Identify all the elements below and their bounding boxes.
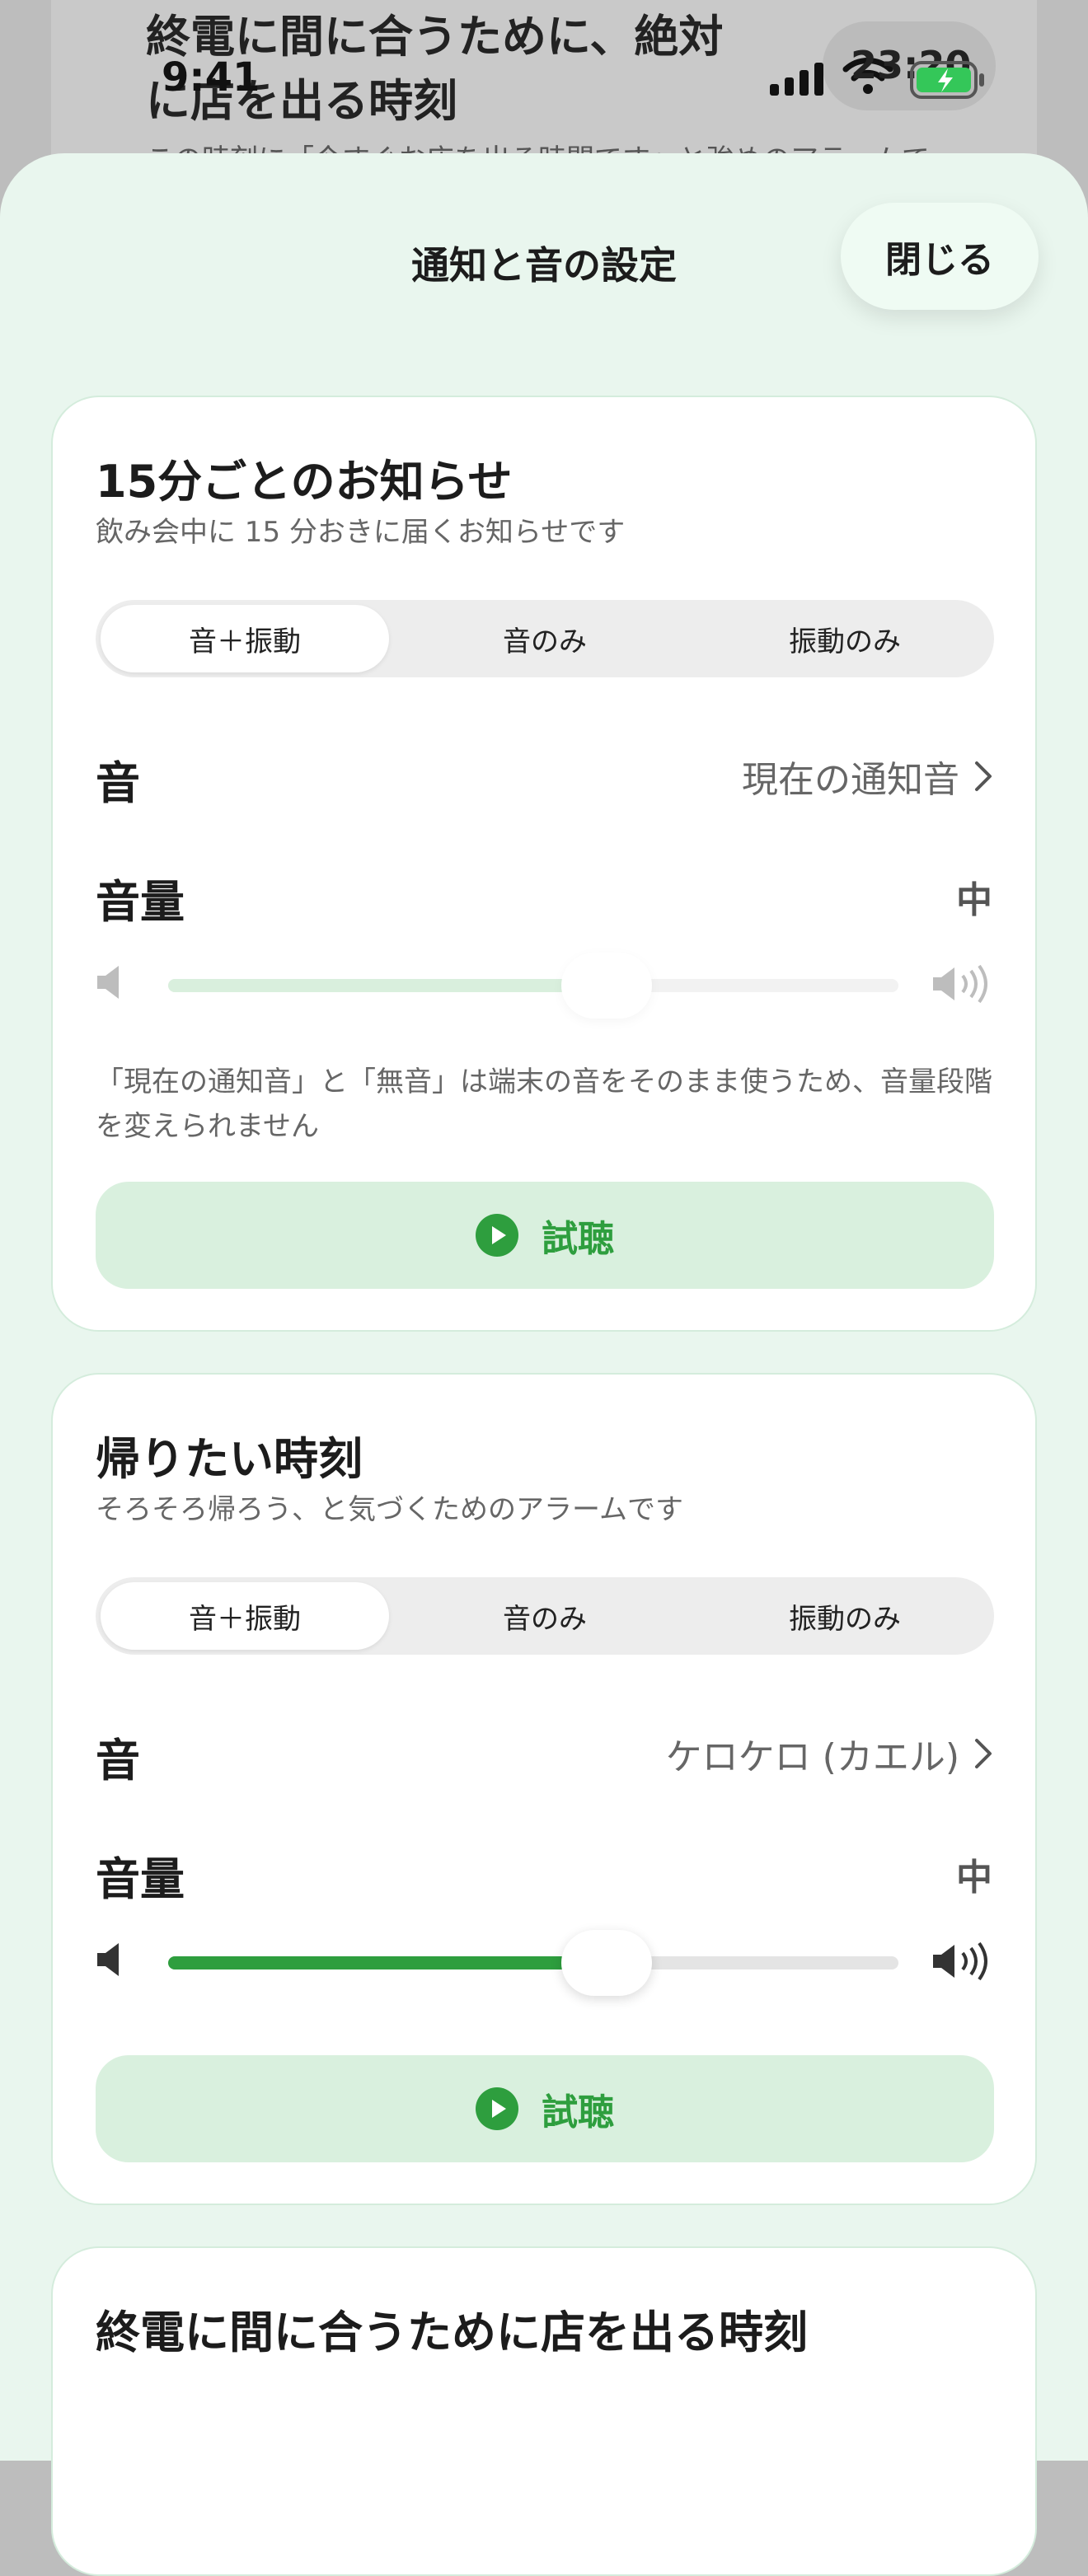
play-icon xyxy=(476,2087,518,2130)
volume-value: 中 xyxy=(956,1857,992,1899)
volume-low-icon xyxy=(96,964,125,1004)
volume-slider-thumb[interactable] xyxy=(560,953,652,1019)
mode-option-sound-only[interactable]: 音のみ xyxy=(401,1582,689,1650)
volume-slider-thumb[interactable] xyxy=(560,1930,652,1996)
sound-label: 音 xyxy=(96,1735,140,1787)
mode-option-sound-vibration[interactable]: 音＋振動 xyxy=(101,1582,389,1650)
sound-selector[interactable]: ケロケロ (カエル) xyxy=(666,1727,992,1780)
chevron-right-icon xyxy=(975,761,992,791)
notification-card-last-train: 終電に間に合うために店を出る時刻 xyxy=(51,2246,1037,2576)
notification-card-go-home: 帰りたい時刻 そろそろ帰ろう、と気づくためのアラームです 音＋振動 音のみ 振動… xyxy=(51,1373,1037,2205)
close-button[interactable]: 閉じる xyxy=(841,203,1039,310)
preview-label: 試聴 xyxy=(542,1218,614,1260)
mode-segmented-control: 音＋振動 音のみ 振動のみ xyxy=(96,600,994,677)
mode-option-vibration-only[interactable]: 振動のみ xyxy=(701,605,989,672)
mode-option-vibration-only[interactable]: 振動のみ xyxy=(701,1582,989,1650)
card-description: 飲み会中に 15 分おきに届くお知らせです xyxy=(96,516,626,549)
sound-value: ケロケロ (カエル) xyxy=(665,1736,959,1778)
sound-label: 音 xyxy=(96,757,140,809)
signal-icon xyxy=(770,63,824,99)
mode-option-sound-vibration[interactable]: 音＋振動 xyxy=(101,605,389,672)
volume-slider-fill xyxy=(168,1956,607,1969)
volume-low-icon xyxy=(96,1941,125,1981)
volume-note: 「現在の通知音」と「無音」は端末の音をそのまま使うため、音量段階を変えられません xyxy=(96,1066,992,1143)
card-title: 15分ごとのお知らせ xyxy=(96,456,513,508)
sound-value: 現在の通知音 xyxy=(742,759,959,801)
volume-label: 音量 xyxy=(96,1853,185,1905)
preview-button[interactable]: 試聴 xyxy=(96,2055,994,2162)
card-title: 帰りたい時刻 xyxy=(96,1433,363,1485)
mode-segmented-control: 音＋振動 音のみ 振動のみ xyxy=(96,1577,994,1655)
settings-sheet: 通知と音の設定 閉じる 15分ごとのお知らせ 飲み会中に 15 分おきに届くお知… xyxy=(0,153,1088,2576)
volume-slider[interactable] xyxy=(168,953,898,1019)
volume-slider[interactable] xyxy=(168,1930,898,1996)
status-bar-time: 9:41 xyxy=(162,54,260,101)
volume-slider-fill xyxy=(168,979,607,992)
card-title: 終電に間に合うために店を出る時刻 xyxy=(96,2307,808,2358)
mode-option-sound-only[interactable]: 音のみ xyxy=(401,605,689,672)
volume-label: 音量 xyxy=(96,876,185,928)
play-icon xyxy=(476,1214,518,1257)
volume-high-icon xyxy=(931,1941,992,1984)
preview-button[interactable]: 試聴 xyxy=(96,1182,994,1289)
notification-card-15min: 15分ごとのお知らせ 飲み会中に 15 分おきに届くお知らせです 音＋振動 音の… xyxy=(51,396,1037,1332)
preview-label: 試聴 xyxy=(542,2091,614,2133)
sound-selector[interactable]: 現在の通知音 xyxy=(742,750,992,803)
battery-icon xyxy=(910,61,986,102)
card-description: そろそろ帰ろう、と気づくためのアラームです xyxy=(96,1493,683,1526)
volume-value: 中 xyxy=(956,879,992,921)
chevron-right-icon xyxy=(975,1739,992,1768)
volume-high-icon xyxy=(931,964,992,1007)
